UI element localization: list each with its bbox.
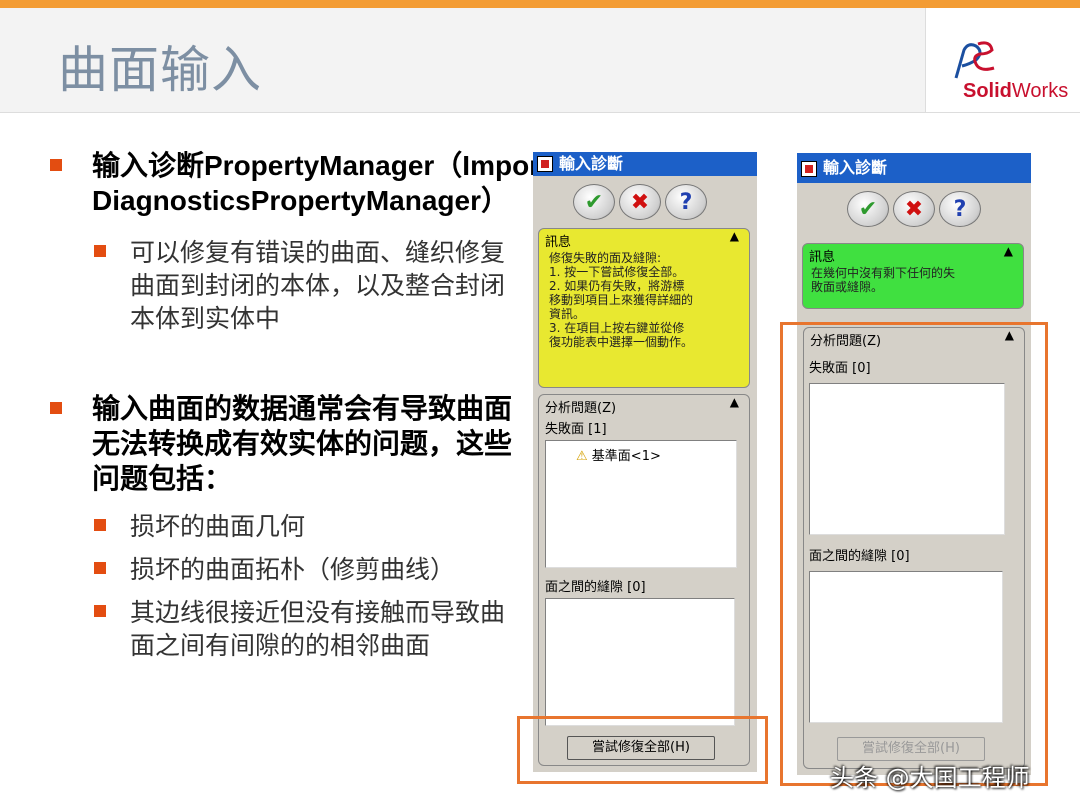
bullet-list: 输入诊断PropertyManager（Import DiagnosticsPr…	[48, 148, 549, 662]
collapse-icon[interactable]: ▲	[1004, 244, 1013, 258]
bullet-square-icon	[94, 245, 106, 257]
faults-list[interactable]: ⚠ 基準面<1>	[545, 440, 737, 568]
watermark: 头条 @大国工程师	[830, 764, 1030, 792]
cancel-button[interactable]: ✖	[619, 184, 661, 220]
cancel-button[interactable]: ✖	[893, 191, 935, 227]
collapse-icon[interactable]: ▲	[730, 395, 739, 409]
message-header: 訊息	[809, 250, 836, 265]
message-text: 在幾何中沒有剩下任何的失 敗面或縫隙。	[811, 266, 956, 294]
action-buttons: ✔ ✖ ?	[573, 184, 707, 220]
slide-title: 曲面输入	[58, 41, 262, 99]
bullet-square-icon	[50, 159, 62, 171]
panel-icon	[537, 156, 553, 172]
import-diagnostics-panel-left: 輸入診斷 ✔ ✖ ? 訊息 ▲ 修復失敗的面及縫隙: 1. 按一下嘗試修復全部。 …	[533, 152, 757, 772]
bullet-square-icon	[94, 605, 106, 617]
message-header: 訊息	[545, 235, 572, 250]
warning-icon: ⚠	[576, 449, 588, 464]
ok-button[interactable]: ✔	[847, 191, 889, 227]
bullet-square-icon	[94, 519, 106, 531]
sub-bullet-2-3: 其边线很接近但没有接触而导致曲面之间有间隙的的相邻曲面	[48, 596, 528, 662]
gaps-list[interactable]	[545, 598, 735, 726]
bullet-2: 输入曲面的数据通常会有导致曲面无法转换成有效实体的问题，这些问题包括：	[48, 391, 512, 496]
ok-button[interactable]: ✔	[573, 184, 615, 220]
fault-item[interactable]: ⚠ 基準面<1>	[576, 445, 661, 464]
panel-title-bar: 輸入診斷	[533, 152, 757, 176]
top-accent-bar	[0, 0, 1080, 8]
faults-label: 失敗面 [1]	[545, 422, 607, 437]
bullet-1-text: 输入诊断PropertyManager（Import DiagnosticsPr…	[92, 150, 550, 216]
panel-icon	[801, 161, 817, 177]
bullet-square-icon	[94, 562, 106, 574]
message-box: 訊息 ▲ 修復失敗的面及縫隙: 1. 按一下嘗試修復全部。 2. 如果仍有失敗，將…	[538, 228, 750, 388]
bullet-1: 输入诊断PropertyManager（Import DiagnosticsPr…	[48, 148, 572, 218]
panel-title-bar: 輸入診斷	[797, 153, 1031, 183]
solidworks-logo-text: SolidWorks	[963, 80, 1069, 102]
collapse-icon[interactable]: ▲	[730, 229, 739, 243]
bullet-2-text: 输入曲面的数据通常会有导致曲面无法转换成有效实体的问题，这些问题包括：	[92, 393, 513, 494]
sub-bullet-1-1: 可以修复有错误的曲面、缝织修复曲面到封闭的本体，以及整合封闭本体到实体中	[48, 236, 528, 335]
sub-bullet-2-2: 损坏的曲面拓朴（修剪曲线）	[48, 553, 528, 586]
action-buttons: ✔ ✖ ?	[847, 191, 981, 227]
message-box: 訊息 ▲ 在幾何中沒有剩下任何的失 敗面或縫隙。	[802, 243, 1024, 309]
help-button[interactable]: ?	[939, 191, 981, 227]
bullet-square-icon	[50, 402, 62, 414]
help-button[interactable]: ?	[665, 184, 707, 220]
highlight-left	[517, 716, 768, 784]
gaps-label: 面之間的縫隙 [0]	[545, 580, 646, 595]
analyze-header: 分析問題(Z)	[545, 401, 617, 416]
message-text: 修復失敗的面及縫隙: 1. 按一下嘗試修復全部。 2. 如果仍有失敗，將游標 移…	[549, 251, 694, 349]
solidworks-ds-logo-icon	[954, 41, 995, 79]
highlight-right	[780, 322, 1048, 786]
sub-bullet-2-1: 损坏的曲面几何	[48, 510, 528, 543]
